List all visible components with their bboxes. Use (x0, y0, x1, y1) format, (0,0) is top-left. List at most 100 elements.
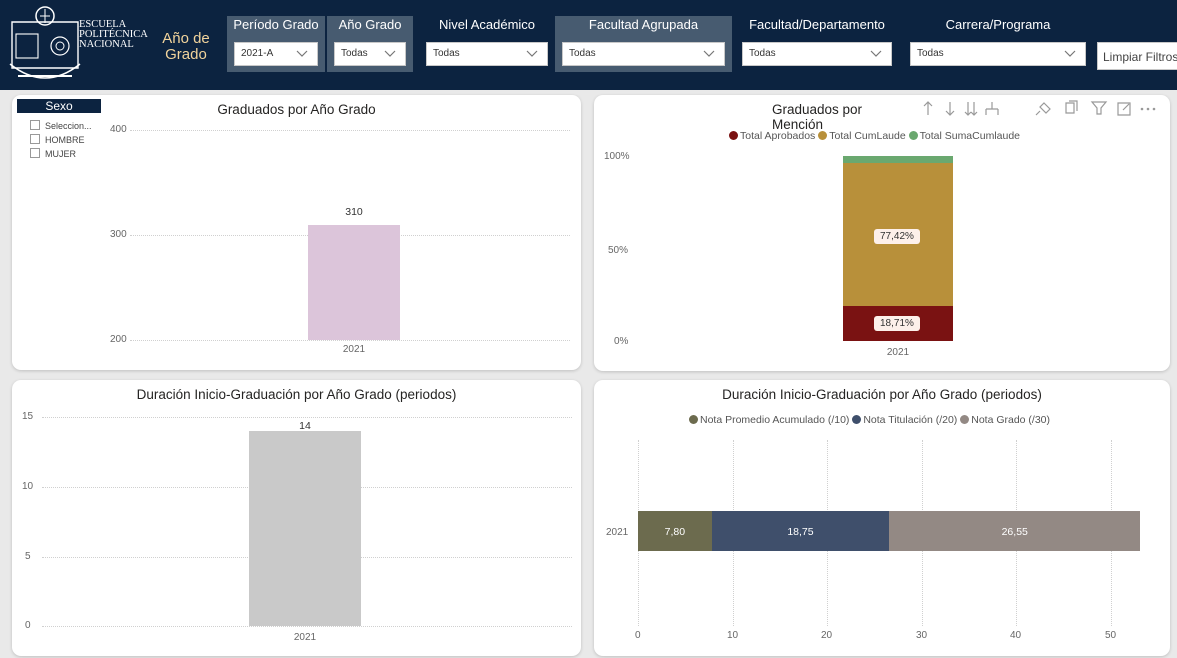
x-tick-label: 40 (1010, 630, 1022, 641)
filter-label: Facultad/Departamento (749, 17, 885, 32)
data-label: 310 (345, 206, 363, 218)
x-tick-label: 2021 (886, 347, 910, 358)
data-label: 26,55 (1001, 526, 1028, 538)
sexo-option-label: HOMBRE (45, 135, 85, 145)
bar-2021[interactable] (308, 224, 400, 340)
legend-dot (729, 131, 738, 140)
legend-dot (960, 415, 970, 424)
legend-label: Nota Titulación (/20) (863, 414, 958, 426)
sexo-option-select-all[interactable]: Seleccion... (30, 120, 92, 131)
chevron-down-icon (526, 50, 538, 57)
sexo-option-label: MUJER (45, 149, 76, 159)
dropdown-value: Todas (569, 48, 596, 59)
copy-icon[interactable] (1065, 100, 1078, 114)
page-title-line-1: Año de (162, 30, 210, 47)
y-tick-label: 300 (110, 229, 127, 240)
dropdown-value: Todas (749, 48, 776, 59)
more-options-icon[interactable] (1140, 107, 1156, 111)
filter-periodo-grado: Período Grado 2021-A (227, 16, 325, 72)
nivel-academico-dropdown[interactable]: Todas (426, 42, 548, 66)
x-tick-label: 2021 (342, 344, 366, 355)
checkbox-icon (30, 134, 40, 144)
legend-item[interactable]: Nota Titulación (/20) (852, 414, 957, 426)
y-tick-label: 10 (22, 481, 34, 492)
filter-nivel-academico: Nivel Académico Todas (419, 16, 555, 72)
legend-label: Total SumaCumlaude (919, 130, 1021, 142)
periodo-grado-dropdown[interactable]: 2021-A (234, 42, 318, 66)
drill-down-icon[interactable] (964, 102, 978, 116)
x-tick-label: 20 (821, 630, 833, 641)
filter-label: Nivel Académico (438, 17, 536, 32)
filter-label: Año Grado (338, 17, 402, 32)
filter-icon[interactable] (1090, 101, 1108, 115)
x-tick-label: 0 (635, 630, 641, 641)
filter-anio-grado: Año Grado Todas (327, 16, 413, 72)
chevron-down-icon (384, 50, 396, 57)
filter-facultad-departamento: Facultad/Departamento Todas (735, 16, 899, 72)
y-tick-label: 0 (25, 620, 31, 631)
legend-item[interactable]: Total Aprobados (729, 130, 815, 142)
sexo-option-hombre[interactable]: HOMBRE (30, 134, 85, 145)
filter-facultad-agrupada: Facultad Agrupada Todas (555, 16, 732, 72)
sort-desc-icon[interactable] (945, 102, 955, 116)
panel-graduados-mencion: Graduados por Mención Total Aprobados To… (594, 95, 1170, 371)
y-tick-label: 2021 (606, 527, 629, 538)
data-label: 14 (299, 420, 311, 432)
data-label: 77,42% (874, 229, 920, 244)
logo-line-3: NACIONAL (79, 39, 134, 50)
chevron-down-icon (1064, 50, 1076, 57)
legend: Nota Promedio Acumulado (/10) Nota Titul… (689, 414, 1050, 426)
checkbox-icon (30, 120, 40, 130)
clear-filters-button[interactable]: Limpiar Filtros (1097, 42, 1177, 70)
data-label: 18,71% (874, 316, 920, 331)
gridline (42, 626, 572, 627)
legend-label: Nota Grado (/30) (971, 414, 1051, 426)
chart-title-duracion-vertical: Duración Inicio-Graduación por Año Grado… (136, 387, 457, 402)
dropdown-value: Todas (917, 48, 944, 59)
filter-label: Facultad Agrupada (588, 17, 699, 32)
visual-toolbar (923, 100, 1156, 116)
legend: Total Aprobados Total CumLaude Total Sum… (729, 130, 1020, 142)
filter-carrera-programa: Carrera/Programa Todas (903, 16, 1093, 72)
chart-title-duracion-horizontal: Duración Inicio-Graduación por Año Grado… (722, 387, 1042, 402)
data-label: 18,75 (787, 526, 814, 538)
carrera-programa-dropdown[interactable]: Todas (910, 42, 1086, 66)
y-tick-label: 15 (22, 411, 34, 422)
pin-icon[interactable] (1035, 102, 1051, 116)
legend-dot (852, 415, 862, 424)
gridline (130, 130, 570, 131)
chart-title-graduados-mencion: Graduados por Mención (772, 102, 863, 132)
dropdown-value: Todas (433, 48, 460, 59)
sexo-option-label: Seleccion... (45, 121, 92, 131)
panel-duracion-vertical: Duración Inicio-Graduación por Año Grado… (12, 380, 581, 656)
legend-item[interactable]: Nota Grado (/30) (960, 414, 1050, 426)
bar-2021[interactable] (249, 430, 361, 626)
x-tick-label: 2021 (293, 632, 317, 643)
panel-duracion-horizontal: Duración Inicio-Graduación por Año Grado… (594, 380, 1170, 656)
y-tick-label: 100% (604, 151, 630, 162)
logo-wordmark: ESCUELA POLITÉCNICA NACIONAL (79, 19, 148, 50)
bar-segment-total-sumacumlaude[interactable] (843, 156, 953, 164)
data-label: 7,80 (664, 526, 686, 538)
focus-mode-icon[interactable] (1117, 102, 1131, 116)
filter-label: Carrera/Programa (945, 17, 1051, 32)
expand-hierarchy-icon[interactable] (985, 102, 999, 115)
checkbox-icon (30, 148, 40, 158)
facultad-departamento-dropdown[interactable]: Todas (742, 42, 892, 66)
sort-asc-icon[interactable] (923, 101, 933, 115)
chevron-down-icon (703, 50, 715, 57)
y-tick-label: 0% (614, 336, 629, 347)
chevron-down-icon (870, 50, 882, 57)
legend-dot (818, 131, 828, 140)
anio-grado-dropdown[interactable]: Todas (334, 42, 406, 66)
dropdown-value: 2021-A (241, 48, 274, 59)
facultad-agrupada-dropdown[interactable]: Todas (562, 42, 725, 66)
legend-item[interactable]: Total SumaCumlaude (908, 130, 1021, 142)
dropdown-value: Todas (341, 48, 368, 59)
chevron-down-icon (296, 50, 308, 57)
sexo-option-mujer[interactable]: MUJER (30, 148, 76, 159)
x-tick-label: 30 (916, 630, 928, 641)
legend-item[interactable]: Total CumLaude (818, 130, 906, 142)
y-tick-label: 50% (608, 245, 629, 256)
legend-item[interactable]: Nota Promedio Acumulado (/10) (689, 414, 849, 426)
